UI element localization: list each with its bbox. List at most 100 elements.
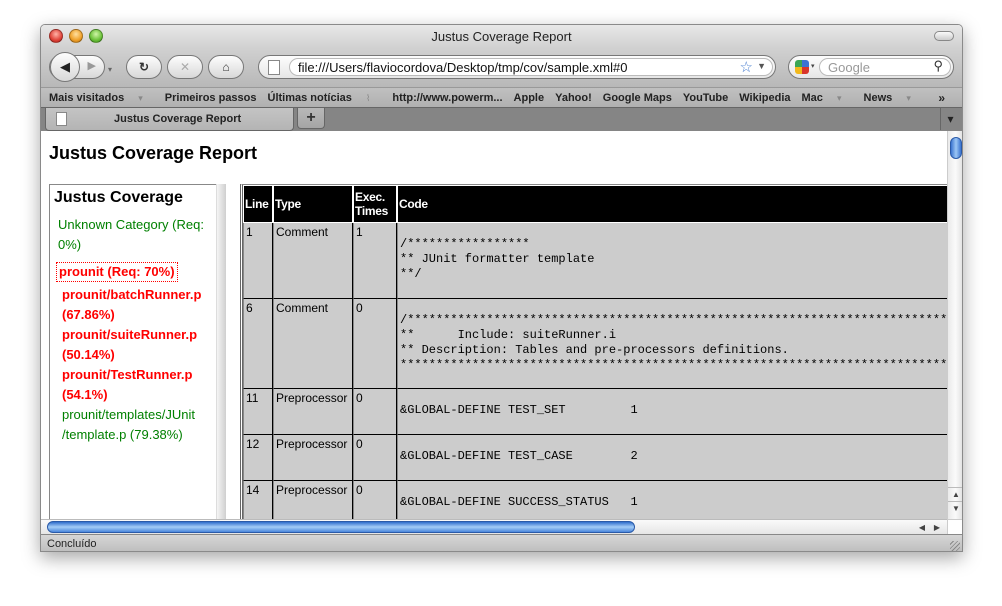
bookmarks-bar: Mais visitados ▾ Primeiros passos Última… <box>41 87 962 107</box>
chevron-down-icon: ▾ <box>906 92 911 103</box>
page-title: Justus Coverage Report <box>49 143 258 163</box>
code-cell: &GLOBAL-DEFINE SUCCESS_STATUS 1 <box>397 481 947 519</box>
exec-cell: 0 <box>353 435 397 481</box>
file-batchrunner-link[interactable]: prounit/batchRunner.p (67.86%) <box>54 285 213 325</box>
page-content: Justus Coverage Report Justus Coverage U… <box>41 131 947 519</box>
scroll-up-button[interactable]: ▲ <box>948 487 962 501</box>
chevron-down-icon: ▾ <box>138 92 143 103</box>
url-history-dropdown-icon[interactable]: ▼ <box>757 61 766 71</box>
new-tab-button[interactable]: + <box>297 108 325 129</box>
coverage-table: Line Type Exec. Times Code 1 Comment 1 /… <box>243 185 947 519</box>
table-row: 1 Comment 1 /***************** ** JUnit … <box>243 223 947 299</box>
scroll-down-button[interactable]: ▼ <box>948 501 962 515</box>
type-cell: Preprocessor <box>273 435 353 481</box>
category-unknown-link[interactable]: Unknown Category (Req: 0%) <box>54 215 213 255</box>
reload-icon: ↻ <box>138 60 150 74</box>
stop-icon: ✕ <box>179 60 191 74</box>
exec-cell: 0 <box>353 299 397 389</box>
search-input[interactable]: Google <box>819 58 951 76</box>
resize-grip-icon[interactable] <box>950 541 960 551</box>
column-header-code: Code <box>397 185 947 223</box>
type-cell: Preprocessor <box>273 481 353 519</box>
line-cell: 12 <box>243 435 273 481</box>
file-testrunner-link[interactable]: prounit/TestRunner.p (54.1%) <box>54 365 213 405</box>
file-suiterunner-link[interactable]: prounit/suiteRunner.p (50.14%) <box>54 325 213 365</box>
back-button[interactable]: ◀ <box>50 52 80 82</box>
vertical-scroll-thumb[interactable] <box>950 137 962 159</box>
bookmark-powerm[interactable]: http://www.powerm... <box>392 92 502 104</box>
bookmark-wikipedia[interactable]: Wikipedia <box>739 92 790 104</box>
url-input[interactable]: file:///Users/flaviocordova/Desktop/tmp/… <box>289 58 773 76</box>
column-header-line: Line <box>243 185 273 223</box>
vertical-scrollbar[interactable]: ▲ ▼ <box>947 131 962 519</box>
file-junit-template-link[interactable]: prounit/templates/JUnit /template.p (79.… <box>54 405 213 445</box>
code-cell: &GLOBAL-DEFINE TEST_CASE 2 <box>397 435 947 481</box>
exec-cell: 1 <box>353 223 397 299</box>
bookmark-mac[interactable]: Mac ▾ <box>802 92 853 104</box>
table-row: 11 Preprocessor 0 &GLOBAL-DEFINE TEST_SE… <box>243 389 947 435</box>
search-bar: ▾ Google ⚲ <box>788 55 954 79</box>
table-row: 12 Preprocessor 0 &GLOBAL-DEFINE TEST_CA… <box>243 435 947 481</box>
title-bar[interactable]: Justus Coverage Report <box>41 25 962 49</box>
stop-button[interactable]: ✕ <box>167 55 203 79</box>
type-cell: Comment <box>273 299 353 389</box>
line-cell: 6 <box>243 299 273 389</box>
exec-cell: 0 <box>353 389 397 435</box>
home-icon: ⌂ <box>222 60 230 74</box>
status-bar: Concluído <box>41 534 962 551</box>
forward-button[interactable]: ▶ <box>88 59 96 72</box>
sidebar-title: Justus Coverage <box>54 189 183 206</box>
search-icon[interactable]: ⚲ <box>933 58 943 74</box>
back-icon: ◀ <box>60 59 70 74</box>
scroll-right-button[interactable]: ▶ <box>930 521 944 534</box>
bookmark-news[interactable]: News ▾ <box>864 92 922 104</box>
status-text: Concluído <box>47 538 97 550</box>
code-cell: /***************** ** JUnit formatter te… <box>397 223 947 299</box>
reload-button[interactable]: ↻ <box>126 55 162 79</box>
rss-icon: ⌇ <box>365 92 371 103</box>
bookmarks-overflow-icon[interactable]: » <box>938 91 945 105</box>
forward-icon: ▶ <box>87 60 96 72</box>
frame-scrollbar[interactable] <box>216 184 226 519</box>
code-cell: &GLOBAL-DEFINE TEST_SET 1 <box>397 389 947 435</box>
google-engine-icon[interactable] <box>795 60 809 74</box>
bookmark-ultimas-noticias[interactable]: Últimas notícias ⌇ <box>268 92 382 104</box>
line-cell: 1 <box>243 223 273 299</box>
category-prounit-link[interactable]: prounit (Req: 70%) <box>56 262 178 282</box>
tab-label: Justus Coverage Report <box>114 113 242 125</box>
home-button[interactable]: ⌂ <box>208 55 244 79</box>
horizontal-scrollbar[interactable]: ◀ ▶ <box>41 519 947 534</box>
page-icon <box>268 60 280 75</box>
table-header-row: Line Type Exec. Times Code <box>243 185 947 223</box>
table-row: 14 Preprocessor 0 &GLOBAL-DEFINE SUCCESS… <box>243 481 947 519</box>
toolbar-toggle-button[interactable] <box>934 31 954 41</box>
table-row: 6 Comment 0 /***************************… <box>243 299 947 389</box>
horizontal-scroll-thumb[interactable] <box>47 521 635 533</box>
column-header-exec-times: Exec. Times <box>353 185 397 223</box>
window-title: Justus Coverage Report <box>431 29 572 44</box>
line-cell: 14 <box>243 481 273 519</box>
bookmark-apple[interactable]: Apple <box>514 92 545 104</box>
scrollbar-corner <box>947 519 962 534</box>
chevron-down-icon: ▾ <box>836 92 842 103</box>
scroll-left-button[interactable]: ◀ <box>915 521 929 534</box>
bookmark-primeiros-passos[interactable]: Primeiros passos <box>165 92 257 104</box>
tab-bar: Justus Coverage Report + ▾ <box>41 107 962 131</box>
bookmark-mais-visitados[interactable]: Mais visitados ▾ <box>49 92 154 104</box>
code-cell: /***************************************… <box>397 299 947 389</box>
url-bar: file:///Users/flaviocordova/Desktop/tmp/… <box>258 55 776 79</box>
navigation-toolbar: ◀ ▶ ▾ ↻ ✕ ⌂ file:///Users/flaviocordova/… <box>41 49 962 87</box>
back-forward-group: ◀ ▶ <box>49 52 105 82</box>
bookmark-youtube[interactable]: YouTube <box>683 92 728 104</box>
page-icon <box>56 112 67 126</box>
type-cell: Preprocessor <box>273 389 353 435</box>
bookmark-star-icon[interactable]: ☆ <box>740 58 753 76</box>
tab-list-icon[interactable]: ▾ <box>940 108 960 130</box>
bookmark-google-maps[interactable]: Google Maps <box>603 92 672 104</box>
search-engine-dropdown-icon[interactable]: ▾ <box>811 62 815 70</box>
history-dropdown-icon[interactable]: ▾ <box>108 65 112 74</box>
bookmark-yahoo[interactable]: Yahoo! <box>555 92 592 104</box>
browser-window: Justus Coverage Report ◀ ▶ ▾ ↻ ✕ ⌂ file:… <box>40 24 963 552</box>
tab-justus-coverage-report[interactable]: Justus Coverage Report <box>45 108 294 131</box>
code-frame: Line Type Exec. Times Code 1 Comment 1 /… <box>240 184 947 519</box>
